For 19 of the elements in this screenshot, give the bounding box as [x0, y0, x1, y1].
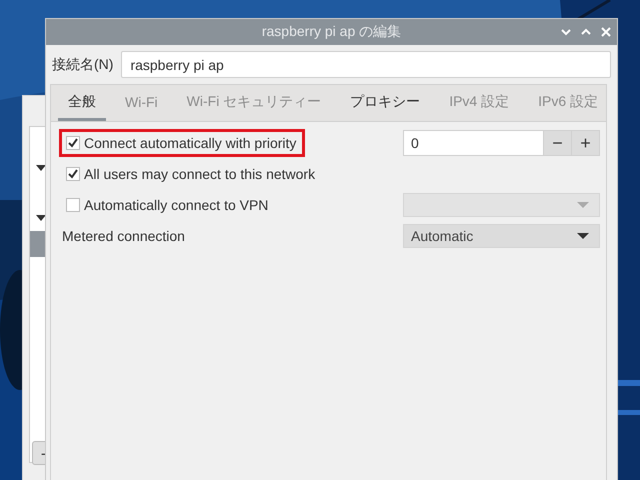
tab[interactable]: プロキシー	[340, 85, 430, 121]
caret-icon	[577, 202, 589, 208]
window-title: raspberry pi ap の編集	[262, 23, 402, 41]
checkmark-icon	[68, 169, 78, 179]
caret-icon	[577, 233, 589, 239]
checkbox[interactable]: Connect automatically with priority	[59, 129, 306, 157]
checkmark-icon	[68, 138, 78, 148]
metered-dropdown[interactable]: Automatic	[403, 224, 600, 248]
maximize-icon[interactable]	[581, 28, 591, 36]
checkbox[interactable]: All users may connect to this network	[59, 160, 324, 188]
field-label: 接続名(N)	[52, 56, 114, 74]
metered-label: Metered connection	[62, 228, 185, 244]
priority-spinner[interactable]: 0 − +	[403, 130, 600, 156]
decrement-button[interactable]: −	[543, 131, 571, 155]
minimize-icon[interactable]	[561, 28, 571, 36]
increment-button[interactable]: +	[571, 131, 599, 155]
connection-name-field[interactable]: raspberry pi ap	[121, 51, 611, 78]
tab[interactable]: 全般	[58, 85, 106, 121]
close-icon[interactable]	[601, 27, 611, 37]
